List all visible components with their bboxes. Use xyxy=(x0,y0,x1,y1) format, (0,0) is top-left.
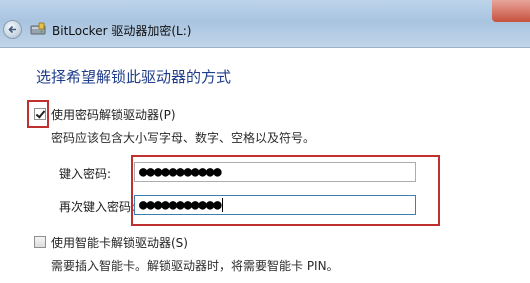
password-unlock-label[interactable]: 使用密码解锁驱动器(P) xyxy=(51,106,176,123)
title-bar: BitLocker 驱动器加密(L:) xyxy=(0,0,530,48)
password-unlock-checkbox[interactable] xyxy=(34,108,46,120)
password-hint: 密码应该包含大小写字母、数字、空格以及符号。 xyxy=(51,131,316,145)
smartcard-unlock-checkbox[interactable] xyxy=(34,236,46,248)
back-button[interactable] xyxy=(3,20,22,39)
smartcard-unlock-label[interactable]: 使用智能卡解锁驱动器(S) xyxy=(51,234,188,251)
reenter-password-label: 再次键入密码: xyxy=(59,200,136,214)
page-heading: 选择希望解锁此驱动器的方式 xyxy=(36,68,232,86)
smartcard-hint: 需要插入智能卡。解锁驱动器时，将需要智能卡 PIN。 xyxy=(51,259,339,273)
bitlocker-drive-icon xyxy=(30,22,46,35)
window-title: BitLocker 驱动器加密(L:) xyxy=(52,24,192,38)
back-arrow-icon xyxy=(8,25,16,34)
password-fields-highlight-frame xyxy=(131,155,440,226)
close-button[interactable] xyxy=(492,0,530,22)
enter-password-label: 键入密码: xyxy=(59,167,112,181)
